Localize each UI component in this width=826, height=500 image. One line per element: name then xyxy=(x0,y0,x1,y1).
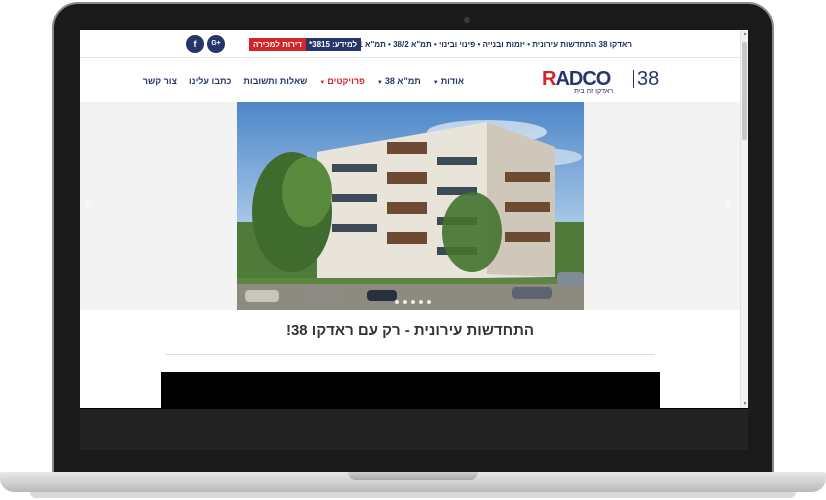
phone-badge[interactable]: למידע: 3815* xyxy=(305,38,362,51)
divider xyxy=(166,354,655,355)
laptop-shadow xyxy=(30,492,796,498)
browser-screen: ראדקו 38 התחדשות עירונית • יזמות ובנייה … xyxy=(80,30,748,408)
slider-dot[interactable] xyxy=(395,300,399,304)
apartments-for-sale-button[interactable]: דירות למכירה xyxy=(249,38,306,51)
scrollbar[interactable]: ▲ ▼ xyxy=(740,30,748,408)
page-headline: התחדשות עירונית - רק עם ראדקו 38! xyxy=(285,322,535,339)
main-nav: אודות▼ תמ"א 38▼ פרויקטים▼ שאלות ותשובות … xyxy=(143,76,464,86)
video-player[interactable] xyxy=(161,372,660,408)
scroll-up-icon[interactable]: ▲ xyxy=(741,30,748,38)
logo-number: 38 xyxy=(637,68,660,90)
logo-tagline: ראדקו זה בית xyxy=(574,88,614,95)
facebook-icon[interactable]: f xyxy=(186,35,204,53)
logo-separator xyxy=(633,70,634,88)
slider-dot[interactable] xyxy=(427,300,431,304)
nav-item-faq[interactable]: שאלות ותשובות xyxy=(243,76,307,86)
chevron-right-icon[interactable]: › xyxy=(725,194,730,212)
nav-item-about[interactable]: אודות▼ xyxy=(433,76,464,86)
nav-item-projects[interactable]: פרויקטים▼ xyxy=(319,76,365,86)
camera-icon xyxy=(464,17,470,23)
services-strip: ראדקו 38 התחדשות עירונית • יזמות ובנייה … xyxy=(347,40,632,49)
slider-dot[interactable] xyxy=(411,300,415,304)
scroll-down-icon[interactable]: ▼ xyxy=(741,400,748,408)
slider-dot[interactable] xyxy=(403,300,407,304)
nav-item-contact[interactable]: צור קשר xyxy=(143,76,177,86)
nav-item-tama38[interactable]: תמ"א 38▼ xyxy=(377,76,421,86)
laptop-notch xyxy=(348,472,478,480)
chevron-down-icon: ▼ xyxy=(432,80,439,86)
scrollbar-thumb[interactable] xyxy=(742,42,747,140)
chevron-down-icon: ▼ xyxy=(319,80,326,86)
building-rendering-image xyxy=(237,102,584,310)
google-plus-icon[interactable]: G+ xyxy=(207,35,225,53)
hero-slider: ‹ › xyxy=(80,102,740,310)
screen-bezel xyxy=(80,408,748,450)
laptop-mockup: ראדקו 38 התחדשות עירונית • יזמות ובנייה … xyxy=(0,0,826,500)
nav-item-press[interactable]: כתבו עלינו xyxy=(189,76,231,86)
site-header: RADCO 38 ראדקו זה בית אודות▼ תמ"א 38▼ פר… xyxy=(80,58,740,102)
slider-dots xyxy=(395,300,431,304)
chevron-down-icon: ▼ xyxy=(376,80,383,86)
radco-logo[interactable]: RADCO 38 ראדקו זה בית xyxy=(542,68,660,95)
chevron-left-icon[interactable]: ‹ xyxy=(85,194,90,212)
slider-dot[interactable] xyxy=(419,300,423,304)
top-bar: ראדקו 38 התחדשות עירונית • יזמות ובנייה … xyxy=(80,30,740,58)
